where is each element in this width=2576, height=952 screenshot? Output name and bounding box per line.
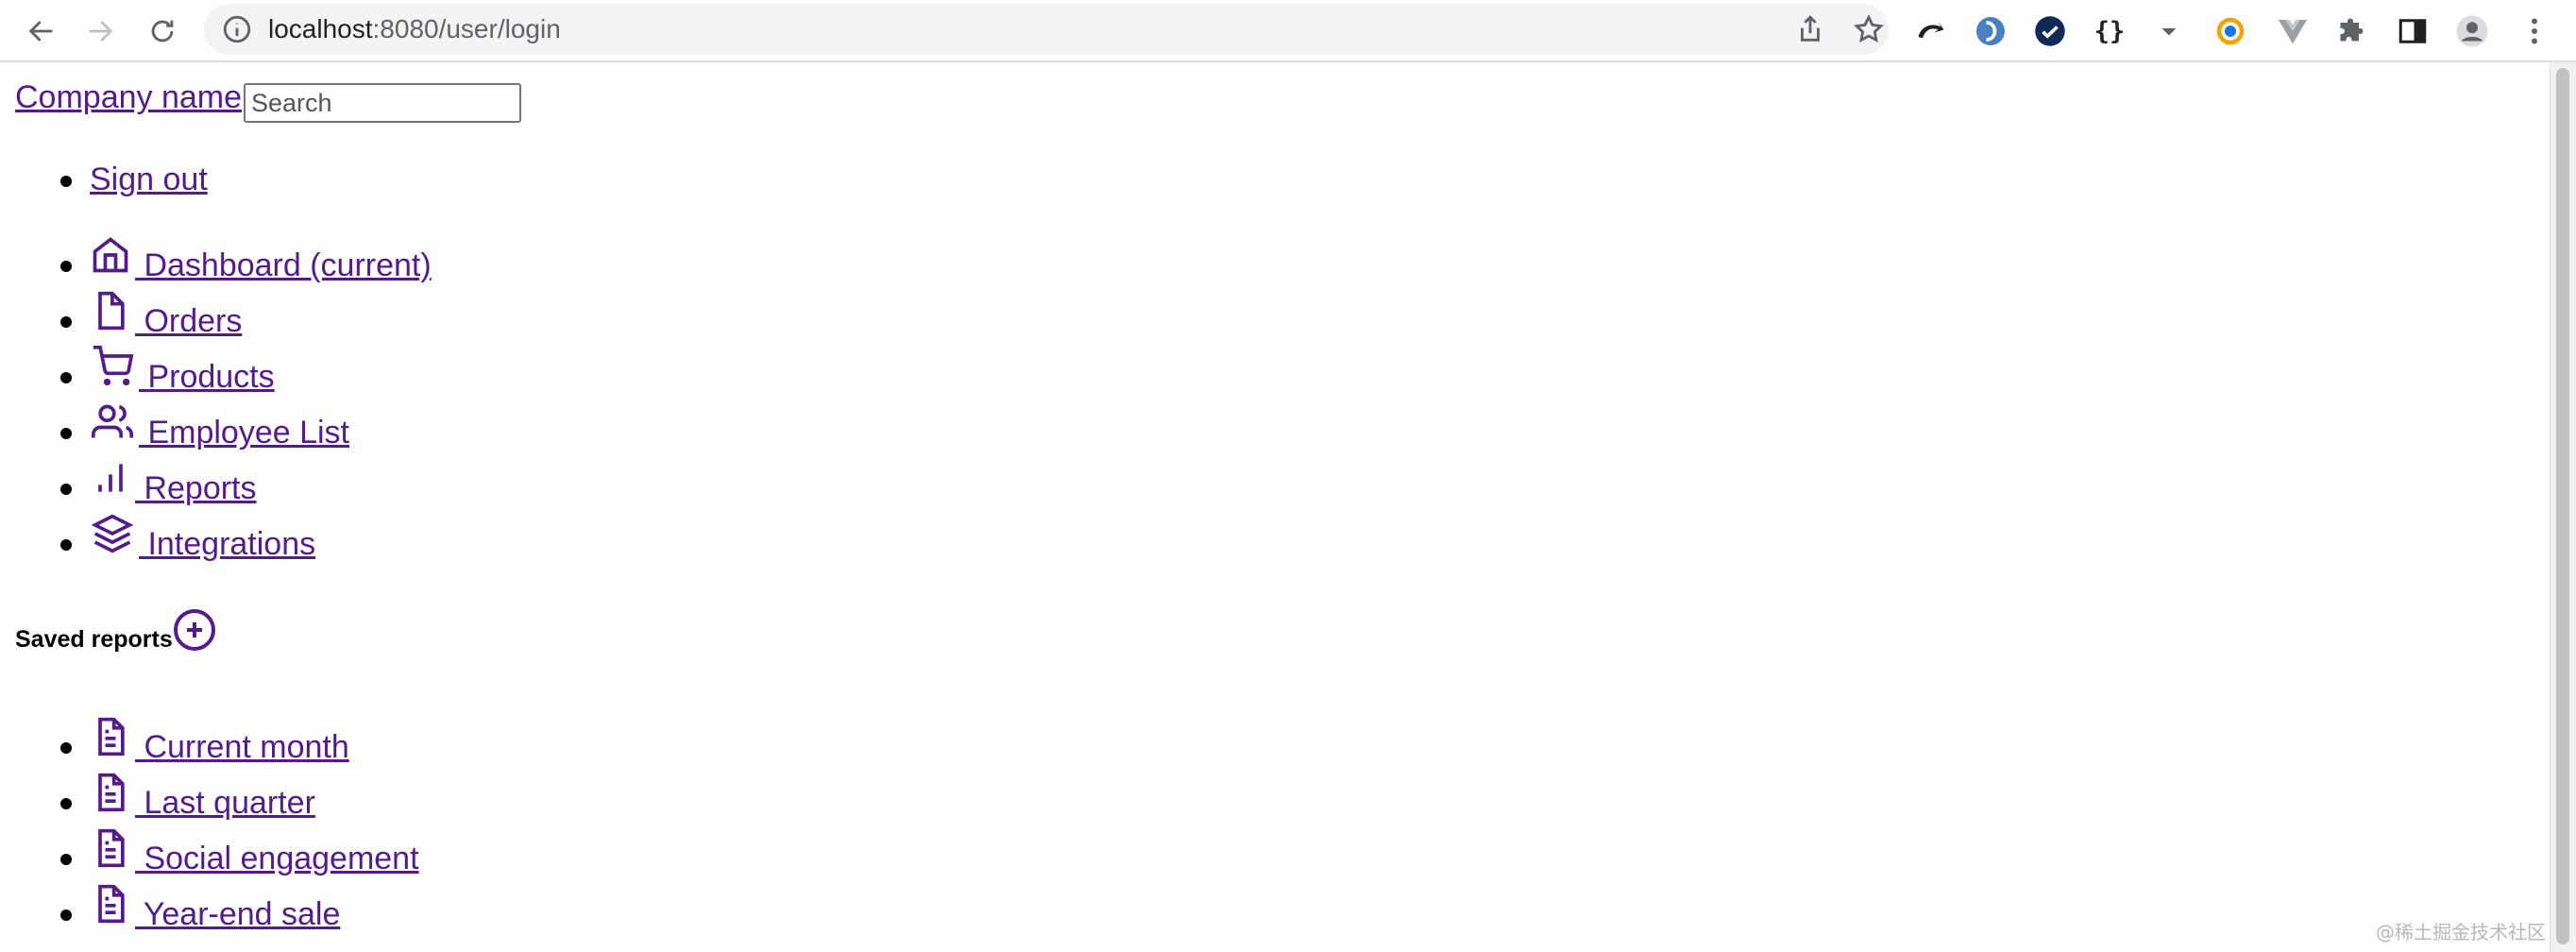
- extension-arrow-button[interactable]: [1912, 12, 1950, 50]
- side-panel-icon: [2398, 19, 2427, 43]
- page-content: Company name Sign out Dashboard (current…: [0, 62, 2550, 952]
- saved-report-link[interactable]: Social engagement: [90, 827, 419, 877]
- sidebar-link-integrations[interactable]: Integrations: [90, 513, 315, 563]
- plus-circle-icon[interactable]: [172, 607, 217, 653]
- puzzle-icon: [2340, 18, 2364, 42]
- shopping-cart-icon: [93, 346, 134, 386]
- users-icon: [92, 404, 134, 438]
- sidebar-link-employee-list[interactable]: Employee List: [90, 401, 349, 451]
- scrollbar-thumb[interactable]: [2556, 68, 2569, 944]
- arrow-right-icon: [89, 21, 113, 42]
- url-text[interactable]: localhost:8080/user/login: [268, 4, 561, 55]
- saved-report-link[interactable]: Current month: [90, 716, 349, 766]
- gauge-icon: [2216, 17, 2245, 45]
- saved-report-link[interactable]: Last quarter: [90, 772, 315, 822]
- search-input[interactable]: [244, 83, 521, 123]
- extension-check-button[interactable]: [2031, 12, 2069, 50]
- list-bullet: [60, 316, 72, 328]
- file-text-icon: [98, 828, 125, 868]
- sidebar-item-label: Dashboard (current): [135, 247, 432, 283]
- sidebar-item-orders: Orders: [0, 284, 755, 339]
- vertical-scrollbar[interactable]: [2550, 62, 2576, 952]
- sidebar-link-reports[interactable]: Reports: [90, 457, 257, 507]
- url-path: :8080/user/login: [372, 14, 561, 43]
- list-bullet: [60, 428, 72, 439]
- avatar-icon: [2456, 15, 2488, 47]
- sidebar-link-products[interactable]: Products: [90, 346, 275, 396]
- list-item-sign-out: Sign out: [0, 155, 755, 210]
- list-bullet: [60, 742, 72, 754]
- saved-report-label: Last quarter: [135, 785, 315, 821]
- sidebar-item-integrations: Integrations: [0, 507, 755, 562]
- file-text-icon: [98, 884, 125, 924]
- saved-report-year-end-sale: Year-end sale: [0, 877, 755, 932]
- info-icon[interactable]: [221, 13, 253, 45]
- vue-icon: [2279, 20, 2307, 44]
- brand-link[interactable]: Company name: [15, 78, 242, 116]
- saved-report-last-quarter: Last quarter: [0, 766, 755, 821]
- bookmark-star-icon[interactable]: [1853, 13, 1885, 45]
- sidebar-item-label: Employee List: [139, 415, 349, 450]
- svg-text:{}: {}: [2094, 17, 2126, 46]
- list-bullet: [60, 539, 72, 551]
- saved-report-social-engagement: Social engagement: [0, 822, 755, 876]
- list-bullet: [60, 798, 72, 809]
- blue-extension-icon: [1976, 17, 2005, 45]
- address-bar[interactable]: localhost:8080/user/login: [204, 4, 1889, 55]
- saved-report-label: Social engagement: [135, 841, 419, 876]
- file-text-icon: [98, 773, 125, 812]
- saved-reports-heading: Saved reports: [15, 626, 173, 653]
- saved-report-label: Current month: [135, 729, 349, 765]
- sidebar-link-orders[interactable]: Orders: [90, 290, 242, 340]
- home-icon: [93, 237, 128, 273]
- extension-dropdown-button[interactable]: [2150, 12, 2188, 50]
- sidebar-item-label: Reports: [135, 470, 257, 506]
- url-host: localhost: [268, 14, 373, 43]
- back-button[interactable]: [19, 8, 64, 54]
- share-icon[interactable]: [1794, 13, 1826, 45]
- caret-down-icon: [2161, 28, 2177, 36]
- file-text-icon: [98, 717, 125, 756]
- sidebar-item-label: Orders: [135, 303, 243, 339]
- braces-icon: {}: [2094, 17, 2126, 46]
- list-bullet: [60, 910, 72, 921]
- sidebar-link-dashboard[interactable]: Dashboard (current): [90, 234, 432, 284]
- file-icon: [98, 291, 125, 331]
- extensions-button[interactable]: [2334, 12, 2372, 50]
- saved-report-link[interactable]: Year-end sale: [90, 883, 340, 933]
- curved-arrow-icon: [1918, 21, 1944, 39]
- sidebar-item-products: Products: [0, 340, 755, 395]
- list-bullet: [60, 261, 72, 272]
- arrow-left-icon: [28, 21, 53, 42]
- list-bullet: [60, 854, 72, 865]
- extension-speed-button[interactable]: [2212, 12, 2249, 50]
- extension-vue-button[interactable]: [2274, 12, 2312, 50]
- list-bullet: [60, 372, 72, 383]
- check-circle-icon: [2035, 16, 2065, 46]
- more-vertical-icon: [2532, 18, 2537, 44]
- sidebar-item-label: Products: [139, 359, 275, 395]
- sign-out-link[interactable]: Sign out: [90, 161, 208, 198]
- sidebar-item-employee-list: Employee List: [0, 396, 755, 450]
- saved-report-current-month: Current month: [0, 710, 755, 765]
- saved-report-label: Year-end sale: [135, 896, 341, 932]
- profile-button[interactable]: [2453, 12, 2491, 50]
- list-bullet: [60, 176, 72, 187]
- extension-blue-button[interactable]: [1972, 12, 2009, 50]
- side-panel-button[interactable]: [2394, 12, 2432, 50]
- reload-button[interactable]: [140, 8, 185, 54]
- extension-json-button[interactable]: {}: [2091, 12, 2128, 50]
- browser-menu-button[interactable]: [2516, 12, 2553, 50]
- browser-toolbar: localhost:8080/user/login {}: [0, 0, 2576, 62]
- watermark-text: @稀土掘金技术社区: [2376, 921, 2546, 944]
- layers-icon: [91, 514, 134, 553]
- sidebar-item-reports: Reports: [0, 451, 755, 506]
- sidebar-item-label: Integrations: [139, 526, 316, 562]
- list-bullet: [60, 484, 72, 495]
- bar-chart-icon: [98, 464, 123, 492]
- reload-icon: [151, 20, 174, 42]
- forward-button[interactable]: [77, 8, 123, 54]
- sidebar-item-dashboard: Dashboard (current): [0, 229, 755, 283]
